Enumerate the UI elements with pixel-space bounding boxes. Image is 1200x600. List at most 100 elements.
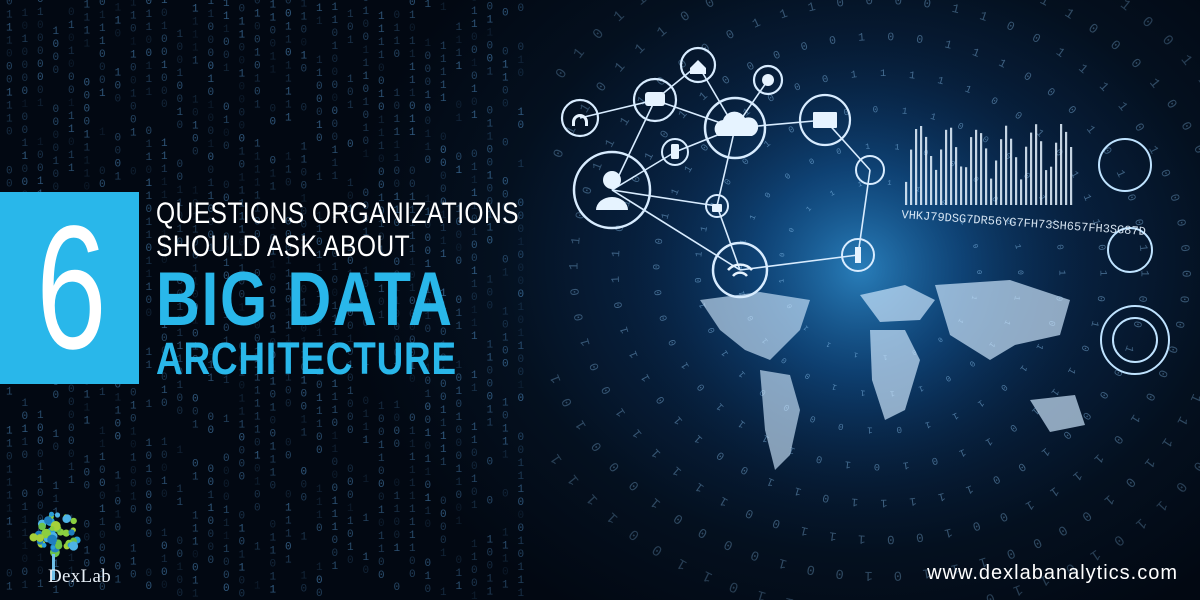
svg-text:1: 1	[363, 6, 370, 18]
svg-text:1: 1	[471, 331, 478, 343]
svg-text:0: 0	[487, 495, 494, 507]
svg-text:0: 0	[394, 426, 401, 438]
svg-text:1: 1	[84, 415, 91, 427]
svg-text:0: 0	[53, 169, 60, 181]
svg-text:0: 0	[456, 230, 463, 242]
svg-text:1: 1	[316, 562, 323, 574]
svg-text:1: 1	[223, 63, 230, 75]
svg-text:1: 1	[208, 100, 215, 112]
svg-text:0: 0	[363, 19, 370, 31]
svg-text:0: 0	[146, 451, 153, 463]
svg-text:1: 1	[471, 383, 478, 395]
svg-text:0: 0	[440, 171, 447, 183]
svg-text:1: 1	[440, 67, 447, 79]
svg-text:0: 0	[239, 4, 246, 16]
svg-text:1: 1	[84, 155, 91, 167]
svg-text:1: 1	[394, 504, 401, 516]
svg-text:1: 1	[332, 41, 339, 53]
svg-text:0: 0	[378, 180, 385, 192]
svg-text:1: 1	[285, 21, 292, 33]
svg-text:1: 1	[409, 530, 416, 542]
svg-text:1: 1	[130, 89, 137, 101]
svg-text:0: 0	[84, 103, 91, 115]
svg-text:0: 0	[68, 33, 75, 45]
svg-text:1: 1	[332, 444, 339, 456]
svg-text:0: 0	[518, 432, 525, 444]
svg-text:1: 1	[425, 142, 432, 154]
svg-text:1: 1	[471, 474, 478, 486]
svg-text:1: 1	[409, 127, 416, 139]
svg-text:1: 1	[6, 439, 13, 451]
svg-text:0: 0	[332, 418, 339, 430]
svg-text:0: 0	[68, 7, 75, 19]
svg-text:1: 1	[177, 107, 184, 119]
svg-text:1: 1	[409, 10, 416, 22]
svg-text:1: 1	[425, 467, 432, 479]
svg-text:1: 1	[270, 0, 277, 12]
svg-text:0: 0	[456, 555, 463, 567]
svg-text:1: 1	[37, 7, 44, 19]
svg-text:0: 0	[192, 549, 199, 561]
svg-text:1: 1	[409, 543, 416, 555]
svg-text:1: 1	[471, 318, 478, 330]
svg-text:0: 0	[471, 578, 478, 590]
svg-text:1: 1	[347, 178, 354, 190]
phone-icon	[671, 144, 679, 159]
svg-text:1: 1	[84, 129, 91, 141]
svg-text:1: 1	[316, 16, 323, 28]
svg-text:0: 0	[487, 391, 494, 403]
svg-text:1: 1	[363, 435, 370, 447]
svg-text:0: 0	[53, 39, 60, 51]
svg-text:1: 1	[502, 333, 509, 345]
svg-text:0: 0	[22, 450, 29, 462]
svg-text:0: 0	[378, 492, 385, 504]
svg-text:1: 1	[851, 495, 859, 508]
svg-text:0: 0	[239, 576, 246, 588]
svg-text:0: 0	[99, 166, 106, 178]
svg-text:0: 0	[177, 393, 184, 405]
svg-text:1: 1	[208, 139, 215, 151]
svg-text:0: 0	[53, 130, 60, 142]
svg-text:1: 1	[254, 138, 261, 150]
svg-text:0: 0	[285, 385, 292, 397]
svg-text:1: 1	[456, 22, 463, 34]
svg-text:1: 1	[115, 3, 122, 15]
svg-text:0: 0	[865, 0, 873, 8]
svg-text:0: 0	[285, 47, 292, 59]
svg-text:1: 1	[68, 124, 75, 136]
svg-text:1: 1	[192, 419, 199, 431]
svg-text:0: 0	[487, 183, 494, 195]
svg-text:0: 0	[301, 103, 308, 115]
brand-name: DexLab	[48, 566, 111, 587]
svg-text:1: 1	[177, 445, 184, 457]
svg-text:0: 0	[456, 425, 463, 437]
svg-text:0: 0	[471, 97, 478, 109]
svg-text:0: 0	[363, 32, 370, 44]
svg-text:0: 0	[270, 117, 277, 129]
svg-text:1: 1	[487, 14, 494, 26]
svg-text:0: 0	[332, 106, 339, 118]
svg-text:1: 1	[425, 454, 432, 466]
svg-text:1: 1	[425, 129, 432, 141]
svg-text:1: 1	[37, 137, 44, 149]
svg-text:1: 1	[456, 61, 463, 73]
svg-text:1: 1	[518, 458, 525, 470]
svg-text:0: 0	[161, 47, 168, 59]
svg-text:0: 0	[115, 432, 122, 444]
svg-text:1: 1	[301, 571, 308, 583]
svg-text:1: 1	[502, 580, 509, 592]
svg-text:1: 1	[425, 38, 432, 50]
svg-text:1: 1	[223, 24, 230, 36]
svg-text:0: 0	[502, 99, 509, 111]
svg-text:1: 1	[161, 164, 168, 176]
svg-text:1: 1	[161, 554, 168, 566]
svg-text:0: 0	[894, 0, 902, 9]
svg-text:0: 0	[456, 451, 463, 463]
svg-text:0: 0	[130, 167, 137, 179]
svg-text:0: 0	[161, 489, 168, 501]
svg-text:0: 0	[208, 126, 215, 138]
svg-text:0: 0	[146, 126, 153, 138]
svg-text:1: 1	[502, 450, 509, 462]
svg-text:0: 0	[177, 94, 184, 106]
svg-text:1: 1	[394, 491, 401, 503]
